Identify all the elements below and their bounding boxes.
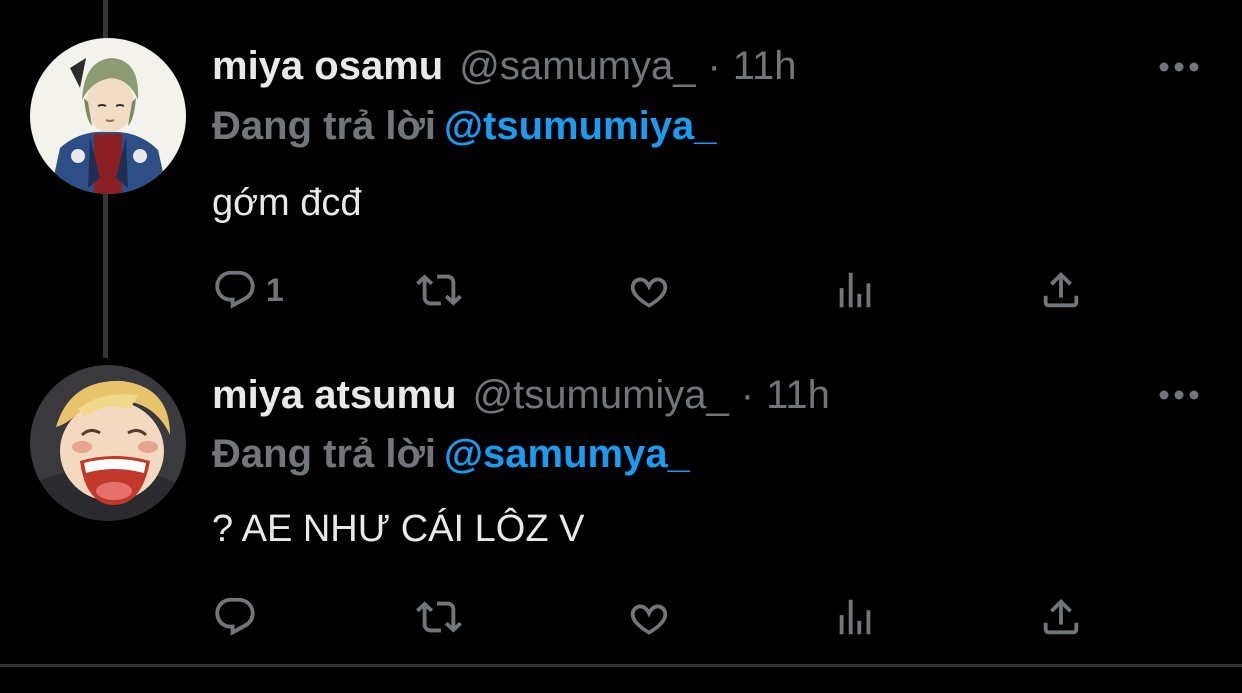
tweet-text: gớm đcđ [212,182,362,224]
like-button[interactable] [626,266,672,314]
analytics-button[interactable] [832,593,878,641]
mention-link[interactable]: @tsumumiya_ [444,104,716,148]
tweet-actions: 1 [212,266,1112,314]
reply-count: 1 [266,271,284,308]
reply-button[interactable] [212,593,266,641]
analytics-icon [839,272,871,308]
analytics-icon [839,599,871,635]
analytics-button[interactable] [832,266,878,314]
share-button[interactable] [1038,266,1084,314]
separator-dot: · [740,373,755,417]
tweet-actions [212,593,1112,641]
tweet-header: miya atsumu @tsumumiya_ · 11h [212,373,830,418]
like-icon [630,604,668,635]
replying-to-label: Đang trả lời [212,104,437,148]
share-icon [1043,598,1079,635]
more-icon [1159,390,1199,400]
reply-button[interactable]: 1 [212,266,284,314]
share-icon [1043,271,1079,308]
avatar[interactable] [30,38,186,194]
like-button[interactable] [626,593,672,641]
bottom-divider [0,664,1242,667]
replying-to: Đang trả lời @tsumumiya_ [212,104,716,149]
avatar-green-hair-icon [30,38,186,194]
tweet-2[interactable]: miya atsumu @tsumumiya_ · 11h Đang trả l… [0,340,1242,665]
timestamp[interactable]: 11h [733,44,797,89]
display-name[interactable]: miya osamu [212,44,443,89]
replying-to: Đang trả lời @samumya_ [212,432,690,477]
user-handle[interactable]: @tsumumiya_ [473,373,729,418]
tweet-text: ? AE NHƯ CÁI LÔZ V [212,508,585,550]
more-options-button[interactable] [1158,60,1200,74]
retweet-icon [416,274,462,306]
avatar-blond-laughing-icon [30,365,186,521]
more-options-button[interactable] [1158,388,1200,402]
user-handle[interactable]: @samumya_ [459,44,695,89]
like-icon [630,277,668,308]
timestamp[interactable]: 11h [766,373,830,418]
more-icon [1159,62,1199,72]
tweet-header: miya osamu @samumya_ · 11h [212,44,797,89]
tweet-1[interactable]: miya osamu @samumya_ · 11h Đang trả lời @… [0,0,1242,340]
separator-dot: · [707,44,721,88]
share-button[interactable] [1038,593,1084,641]
reply-icon [215,270,255,309]
display-name[interactable]: miya atsumu [212,373,457,418]
retweet-button[interactable] [416,593,462,641]
replying-to-label: Đang trả lời [212,432,437,476]
avatar[interactable] [30,365,186,521]
mention-link[interactable]: @samumya_ [444,432,690,476]
reply-icon [215,597,255,636]
retweet-icon [416,601,462,633]
retweet-button[interactable] [416,266,462,314]
